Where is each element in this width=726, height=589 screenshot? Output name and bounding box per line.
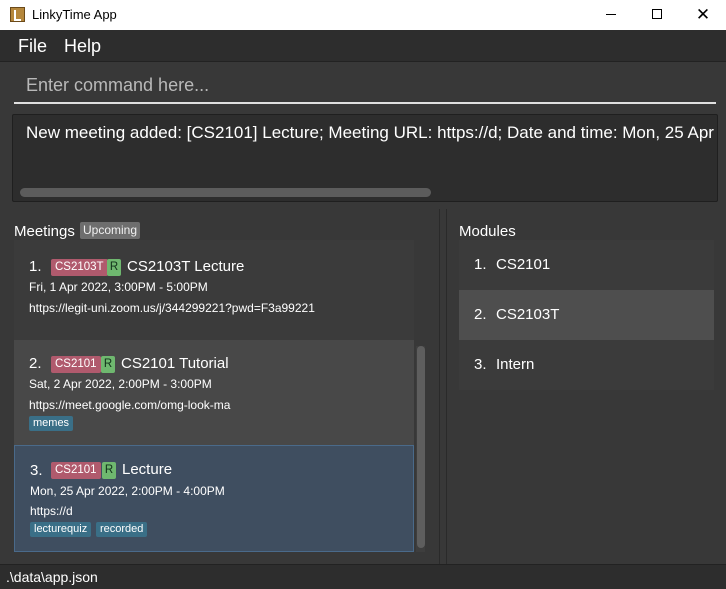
- maximize-icon[interactable]: [634, 0, 680, 30]
- meeting-datetime: Sat, 2 Apr 2022, 2:00PM - 3:00PM: [29, 377, 212, 391]
- meeting-title: CS2103T Lecture: [127, 258, 245, 275]
- meeting-index: 2.: [29, 355, 42, 372]
- modules-label: Modules: [459, 223, 516, 240]
- module-tag: CS2103T: [51, 259, 108, 276]
- meeting-title: CS2101 Tutorial: [121, 355, 229, 372]
- meeting-tag: lecturequiz: [30, 522, 92, 537]
- module-tag: CS2101: [51, 462, 101, 479]
- recurring-tag: R: [101, 356, 115, 373]
- app-icon: [10, 7, 25, 22]
- meeting-index: 1.: [29, 258, 42, 275]
- recurring-tag: R: [102, 462, 116, 479]
- meeting-title: Lecture: [122, 461, 173, 478]
- module-index: 1.: [474, 256, 487, 273]
- meetings-scrollbar-thumb[interactable]: [417, 346, 425, 548]
- module-index: 3.: [474, 356, 487, 373]
- menu-bar: [0, 30, 726, 62]
- status-bar: [0, 564, 726, 589]
- meeting-card[interactable]: 2. CS2101 R CS2101 Tutorial Sat, 2 Apr 2…: [14, 340, 414, 445]
- module-index: 2.: [474, 306, 487, 323]
- window-title: LinkyTime App: [32, 7, 117, 22]
- result-scrollbar[interactable]: [20, 188, 431, 197]
- meeting-url: https://d: [30, 504, 73, 518]
- module-item[interactable]: 3. Intern: [459, 340, 714, 390]
- meeting-url: https://meet.google.com/omg-look-ma: [29, 398, 231, 412]
- module-name: Intern: [496, 356, 535, 373]
- status-file-path: .\data\app.json: [6, 569, 98, 585]
- module-name: CS2101: [496, 256, 551, 273]
- meeting-datetime: Fri, 1 Apr 2022, 3:00PM - 5:00PM: [29, 280, 208, 294]
- meeting-datetime: Mon, 25 Apr 2022, 2:00PM - 4:00PM: [30, 484, 225, 498]
- meeting-card-selected[interactable]: 3. CS2101 R Lecture Mon, 25 Apr 2022, 2:…: [14, 445, 414, 552]
- meeting-url: https://legit-uni.zoom.us/j/344299221?pw…: [29, 301, 315, 315]
- menu-file[interactable]: File: [18, 36, 47, 57]
- module-item[interactable]: 2. CS2103T: [459, 290, 714, 340]
- close-icon[interactable]: ✕: [680, 0, 726, 30]
- upcoming-badge: Upcoming: [80, 222, 141, 239]
- module-item[interactable]: 1. CS2101: [459, 240, 714, 290]
- recurring-tag: R: [107, 259, 121, 276]
- meetings-label: Meetings: [14, 223, 75, 240]
- meeting-tag: memes: [29, 416, 74, 431]
- module-tag: CS2101: [51, 356, 101, 373]
- meeting-card[interactable]: 1. CS2103T R CS2103T Lecture Fri, 1 Apr …: [14, 240, 414, 340]
- meeting-index: 3.: [30, 462, 43, 479]
- minimize-icon[interactable]: [588, 0, 634, 30]
- module-name: CS2103T: [496, 306, 560, 323]
- command-input[interactable]: [14, 68, 716, 104]
- meeting-tag: recorded: [96, 522, 148, 537]
- result-text: New meeting added: [CS2101] Lecture; Mee…: [26, 123, 716, 142]
- menu-help[interactable]: Help: [64, 36, 101, 57]
